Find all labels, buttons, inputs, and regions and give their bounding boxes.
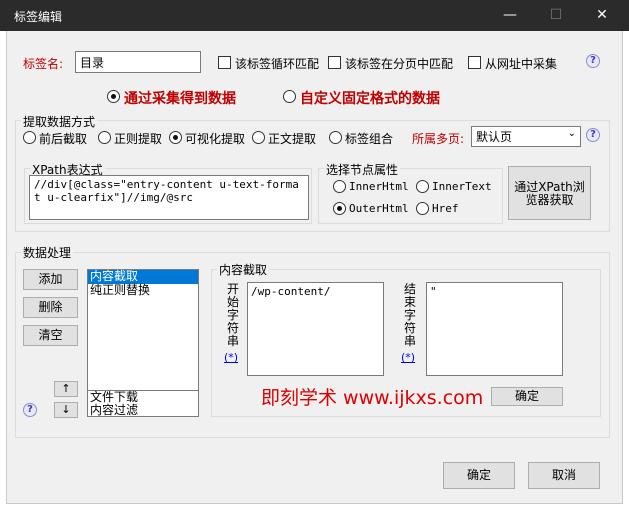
minimize-icon[interactable]: — — [487, 0, 533, 31]
custom-radio[interactable] — [283, 90, 296, 103]
from-url-checkbox[interactable] — [468, 56, 481, 69]
crop-confirm-button[interactable]: 确定 — [491, 387, 563, 406]
help-icon[interactable]: ? — [586, 128, 600, 142]
page-match-checkbox[interactable] — [328, 56, 341, 69]
processing-group-title: 数据处理 — [21, 244, 74, 261]
move-down-button[interactable]: ↓ — [54, 402, 78, 418]
xpath-input[interactable]: //div[@class="entry-content u-text-forma… — [29, 175, 309, 220]
help-icon[interactable]: ? — [586, 54, 600, 68]
extract-option-label: 正则提取 — [114, 132, 163, 146]
collect-label: 通过采集得到数据 — [124, 91, 236, 107]
start-wildcard-link[interactable]: (*) — [224, 351, 238, 364]
extract-option-radio[interactable] — [98, 131, 111, 144]
end-wildcard-link[interactable]: (*) — [401, 351, 415, 364]
start-string-input[interactable]: /wp-content/ — [247, 282, 384, 376]
list-item[interactable]: 纯正则替换 — [88, 284, 198, 298]
maximize-icon[interactable]: ☐ — [533, 0, 579, 31]
extract-option-label: 正文提取 — [268, 132, 317, 146]
extract-option-radio[interactable] — [252, 131, 265, 144]
list-item[interactable]: 内容截取 — [88, 270, 198, 284]
from-url-label: 从网址中采集 — [485, 57, 558, 71]
close-icon[interactable]: ✕ — [579, 0, 625, 31]
add-button[interactable]: 添加 — [23, 269, 78, 290]
clear-button[interactable]: 清空 — [23, 325, 78, 346]
page-select[interactable]: 默认页 ⌄ — [471, 126, 581, 147]
start-string-label: 开始字符串 — [226, 282, 239, 348]
chevron-down-icon: ⌄ — [567, 128, 576, 139]
node-attr-label: OuterHtml — [349, 202, 409, 215]
node-attr-radio[interactable] — [333, 202, 346, 215]
extract-option-label: 标签组合 — [345, 132, 394, 146]
tag-name-input[interactable]: 目录 — [75, 51, 201, 73]
node-attr-label: InnerHtml — [349, 180, 409, 193]
title-bar[interactable]: 标签编辑 — ☐ ✕ — [0, 0, 629, 31]
list-item[interactable]: 内容过滤 — [88, 404, 198, 418]
cancel-button[interactable]: 取消 — [528, 462, 600, 489]
xpath-browser-button[interactable]: 通过XPath浏览器获取 — [508, 166, 591, 220]
extract-option-label: 可视化提取 — [185, 132, 246, 146]
ok-button[interactable]: 确定 — [443, 462, 515, 489]
page-label: 所属多页: — [412, 132, 465, 146]
node-attr-radio[interactable] — [416, 202, 429, 215]
node-attr-radio[interactable] — [416, 180, 429, 193]
extract-option-radio[interactable] — [23, 131, 36, 144]
loop-match-label: 该标签循环匹配 — [235, 57, 320, 71]
node-attr-label: Href — [432, 202, 459, 215]
extract-option-label: 前后截取 — [39, 132, 88, 146]
delete-button[interactable]: 删除 — [23, 297, 78, 318]
page-match-label: 该标签在分页中匹配 — [345, 57, 454, 71]
page-select-value: 默认页 — [476, 130, 513, 144]
extract-option-radio[interactable] — [169, 131, 182, 144]
extract-group-title: 提取数据方式 — [21, 113, 98, 130]
list-item[interactable]: 文件下载 — [88, 390, 198, 404]
window-title: 标签编辑 — [14, 10, 63, 24]
extract-option-radio[interactable] — [329, 131, 342, 144]
watermark-text: 即刻学术 www.ijkxs.com — [261, 387, 484, 409]
custom-label: 自定义固定格式的数据 — [300, 91, 440, 107]
loop-match-checkbox[interactable] — [218, 56, 231, 69]
crop-group-title: 内容截取 — [217, 261, 270, 278]
collect-radio[interactable] — [107, 90, 120, 103]
node-attr-radio[interactable] — [333, 180, 346, 193]
processing-list[interactable]: 内容截取 纯正则替换 文件下载 内容过滤 — [87, 269, 199, 417]
node-attr-group-title: 选择节点属性 — [324, 161, 401, 178]
help-icon[interactable]: ? — [23, 403, 37, 417]
move-up-button[interactable]: ↑ — [54, 381, 78, 397]
tag-name-label: 标签名: — [23, 57, 64, 71]
end-string-input[interactable]: " — [426, 282, 563, 376]
node-attr-label: InnerText — [432, 180, 492, 193]
end-string-label: 结束字符串 — [403, 282, 416, 348]
dialog-body: 标签名: 目录 该标签循环匹配 该标签在分页中匹配 从网址中采集 ? 通过采集得… — [6, 31, 623, 504]
